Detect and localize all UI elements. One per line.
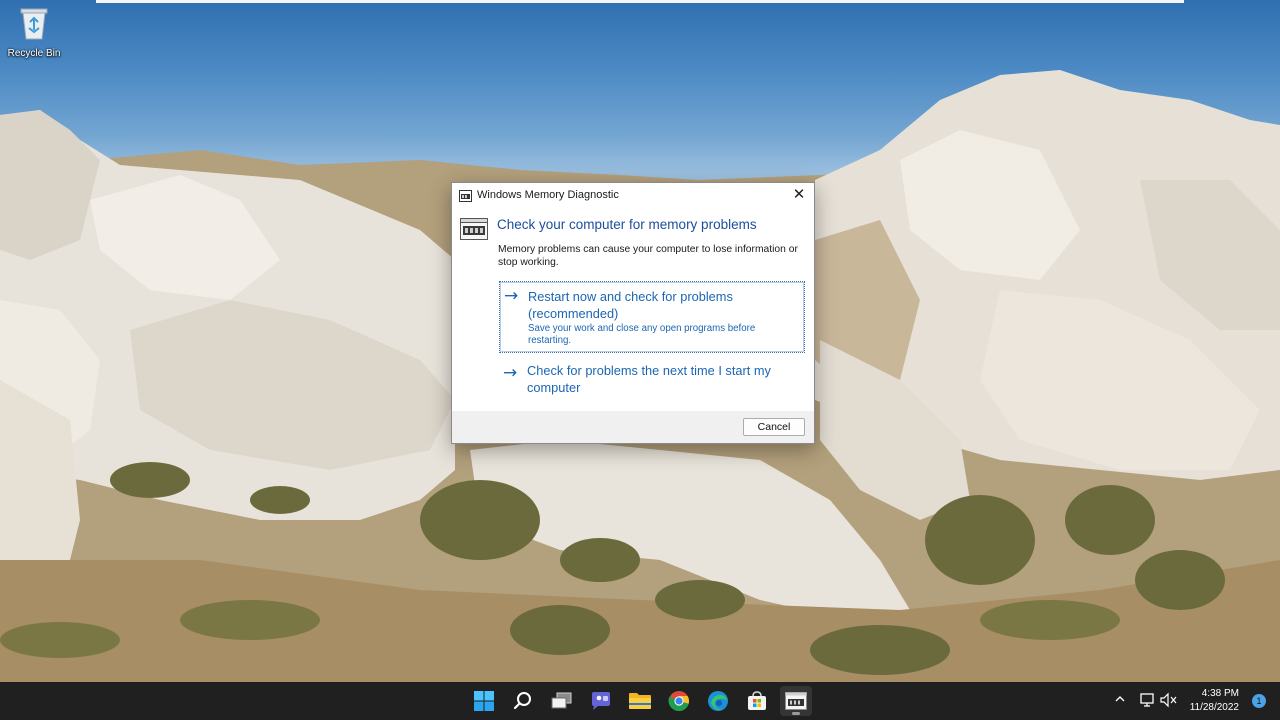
restart-now-option[interactable]: → Restart now and check for problems (re… (499, 281, 805, 353)
volume-muted-icon[interactable] (1160, 692, 1178, 711)
clock-time: 4:38 PM (1201, 688, 1239, 699)
chrome-icon[interactable] (663, 686, 695, 716)
check-next-start-option[interactable]: → Check for problems the next time I sta… (499, 359, 805, 401)
notification-badge[interactable]: 1 (1252, 694, 1266, 708)
store-icon[interactable] (741, 686, 773, 716)
edge-icon[interactable] (702, 686, 734, 716)
cancel-button[interactable]: Cancel (743, 418, 805, 436)
taskbar: 4:38 PM 11/28/2022 1 (0, 682, 1280, 720)
arrow-right-icon: → (503, 363, 518, 383)
memory-diagnostic-taskbar-icon[interactable] (780, 686, 812, 716)
folder-icon[interactable] (624, 686, 656, 716)
network-icon[interactable] (1140, 692, 1156, 711)
windows-start-icon[interactable] (468, 686, 500, 716)
check-next-start-title: Check for problems the next time I start… (527, 363, 771, 395)
memory-diagnostic-icon (460, 218, 488, 245)
dialog-title: Windows Memory Diagnostic (477, 189, 619, 201)
arrow-right-icon: → (504, 286, 519, 306)
chevron-up-icon[interactable] (1114, 693, 1126, 708)
dialog-description: Memory problems can cause your computer … (498, 244, 798, 268)
close-icon[interactable]: ✕ (790, 186, 808, 204)
desktop-icon-label: Recycle Bin (7, 48, 61, 59)
screen-top-bar (96, 0, 1184, 3)
restart-now-subtitle: Save your work and close any open progra… (528, 323, 756, 346)
dialog-titlebar[interactable]: Windows Memory Diagnostic ✕ (452, 183, 814, 207)
task-view-icon[interactable] (546, 686, 578, 716)
clock-date: 11/28/2022 (1189, 702, 1239, 713)
memory-chip-icon (459, 189, 472, 207)
chat-icon[interactable] (585, 686, 617, 716)
restart-now-title: Restart now and check for problems (reco… (528, 289, 733, 321)
dialog-heading: Check your computer for memory problems (497, 217, 757, 232)
clock[interactable]: 4:38 PM 11/28/2022 (1179, 687, 1239, 715)
dialog-footer: Cancel (452, 411, 814, 443)
desktop-icon-recycle-bin[interactable]: Recycle Bin (4, 4, 64, 62)
search-icon[interactable] (507, 686, 539, 716)
memory-diagnostic-dialog: Windows Memory Diagnostic ✕ Check your c… (451, 182, 815, 444)
